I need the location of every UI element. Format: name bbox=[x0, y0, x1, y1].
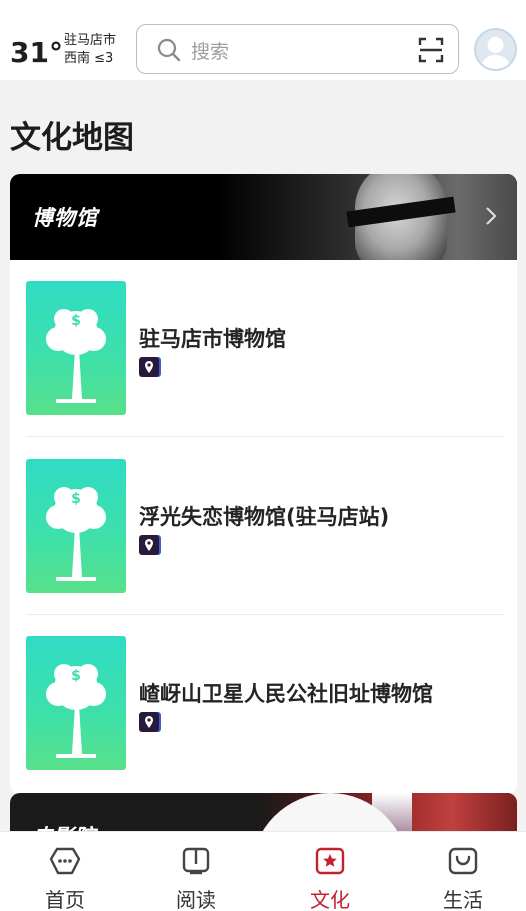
divider bbox=[26, 436, 504, 437]
location-pin-icon bbox=[139, 712, 161, 732]
wind-info: 西南 ≤3 bbox=[64, 51, 114, 66]
tab-label: 文化 bbox=[310, 888, 350, 911]
location-pin-icon bbox=[139, 357, 161, 377]
tree-logo-thumbnail: $ bbox=[26, 281, 126, 415]
location-pin-icon bbox=[139, 535, 161, 555]
tab-label: 阅读 bbox=[176, 888, 216, 911]
tab-label: 首页 bbox=[45, 888, 85, 911]
list-item[interactable]: $ 驻马店市博物馆 bbox=[26, 281, 504, 417]
museum-section-label: 博物馆 bbox=[32, 206, 98, 230]
museum-name: 嵖岈山卫星人民公社旧址博物馆 bbox=[139, 682, 433, 706]
museum-name: 驻马店市博物馆 bbox=[139, 327, 286, 351]
tree-logo-thumbnail: $ bbox=[26, 459, 126, 593]
museum-card: 博物馆 $ 驻马店市博物馆 $ 浮光失恋博物馆(驻马店站) $ 嵖岈山卫星人民公… bbox=[10, 174, 517, 794]
search-box[interactable]: 搜索 bbox=[136, 24, 459, 74]
svg-text:$: $ bbox=[71, 668, 81, 684]
temperature: 31° bbox=[10, 36, 63, 69]
home-icon bbox=[49, 846, 81, 880]
tree-logo-thumbnail: $ bbox=[26, 636, 126, 770]
search-icon bbox=[157, 38, 181, 66]
tab-culture[interactable]: 文化 bbox=[265, 832, 395, 911]
svg-text:$: $ bbox=[71, 491, 81, 507]
tab-reading[interactable]: 阅读 bbox=[131, 832, 261, 911]
city-name: 驻马店市 bbox=[64, 33, 117, 48]
tab-label: 生活 bbox=[443, 888, 483, 911]
museum-name: 浮光失恋博物馆(驻马店站) bbox=[139, 505, 390, 529]
avatar[interactable] bbox=[474, 28, 517, 71]
divider bbox=[26, 614, 504, 615]
shopping-bag-icon bbox=[448, 846, 478, 880]
tab-life[interactable]: 生活 bbox=[398, 832, 526, 911]
list-item[interactable]: $ 嵖岈山卫星人民公社旧址博物馆 bbox=[26, 636, 504, 772]
culture-star-icon bbox=[315, 846, 345, 880]
weather-location[interactable]: 驻马店市 西南 ≤3 bbox=[64, 32, 116, 68]
museum-banner[interactable]: 博物馆 bbox=[10, 174, 517, 260]
list-item[interactable]: $ 浮光失恋博物馆(驻马店站) bbox=[26, 459, 504, 595]
svg-text:$: $ bbox=[71, 313, 81, 329]
top-bar: 31° 驻马店市 西南 ≤3 搜索 bbox=[0, 0, 526, 80]
chevron-right-icon[interactable] bbox=[485, 206, 497, 230]
page-title: 文化地图 bbox=[10, 120, 134, 156]
search-input[interactable]: 搜索 bbox=[191, 37, 229, 64]
scan-icon[interactable] bbox=[418, 37, 444, 67]
tab-home[interactable]: 首页 bbox=[0, 832, 130, 911]
bottom-tab-bar: 首页 阅读 文化 生活 bbox=[0, 831, 526, 911]
book-icon bbox=[181, 846, 211, 880]
